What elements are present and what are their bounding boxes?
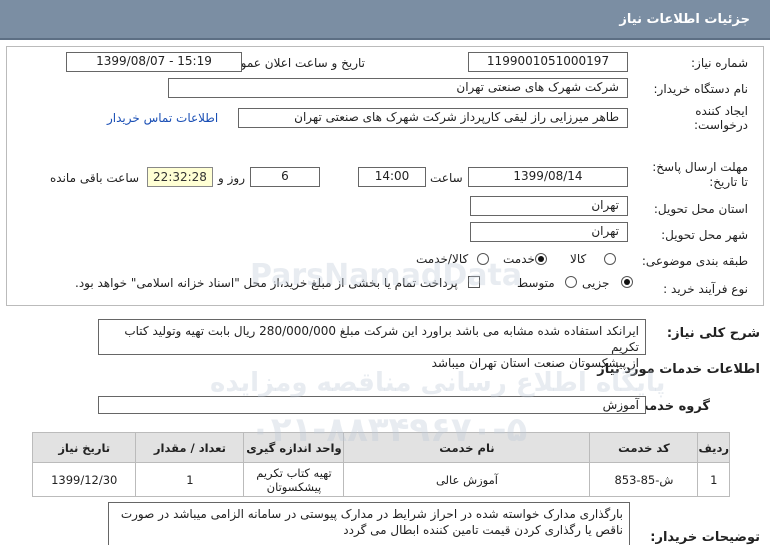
summary-label: شرح کلی نیاز: (666, 326, 760, 341)
announce-field[interactable]: 1399/08/07 - 15:19 (66, 52, 242, 72)
category-label: طبقه بندی موضوعی: (641, 254, 748, 268)
col-date: تاریخ نیاز (31, 432, 137, 463)
service-group-field[interactable]: آموزش (98, 396, 646, 414)
category-option-service: خدمت (503, 252, 535, 266)
col-unit: واحد اندازه گیری (243, 432, 345, 463)
cell-unit: تهیه کتاب تکریم پیشکسوتان (243, 462, 345, 497)
creator-field[interactable]: طاهر میرزایی راز لیقی کارپرداز شرکت شهرک… (238, 108, 628, 128)
services-table: ردیف کد خدمت نام خدمت واحد اندازه گیری ت… (31, 432, 730, 497)
buyer-notes-line-1: بارگذاری مدارک خواسته شده در احراز شرایط… (120, 507, 623, 521)
process-radio-medium[interactable] (565, 276, 577, 288)
deadline-label-2: تا تاریخ: (709, 175, 748, 189)
category-radio-goods[interactable] (604, 253, 616, 265)
category-radio-both[interactable] (477, 253, 489, 265)
treasury-payment-checkbox[interactable] (468, 276, 480, 288)
buyer-notes-label: توضیحات خریدار: (650, 530, 760, 545)
remaining-timer: 22:32:28 (147, 167, 213, 187)
col-name: نام خدمت (343, 432, 591, 463)
col-code: کد خدمت (589, 432, 699, 463)
deadline-label-1: مهلت ارسال پاسخ: (652, 160, 748, 174)
province-label: استان محل تحویل: (653, 202, 748, 216)
cell-unit-line-2: پیشکسوتان (266, 479, 322, 494)
deadline-time-field[interactable]: 14:00 (358, 167, 426, 187)
creator-label-2: درخواست: (694, 118, 748, 132)
buyer-notes-text: بارگذاری مدارک خواسته شده در احراز شرایط… (108, 502, 630, 545)
process-type-label: نوع فرآیند خرید : (663, 282, 748, 296)
category-radio-service[interactable] (535, 253, 547, 265)
summary-line-2: از پیشکسوتان صنعت استان تهران میباشد (431, 356, 639, 370)
col-qty: تعداد / مقدار (135, 432, 245, 463)
cell-date: 1399/12/30 (31, 462, 137, 497)
buyer-notes-line-2: ناقص یا رگذاری کردن قیمت تامین کننده ابط… (343, 523, 623, 537)
services-section-title: اطلاعات خدمات مورد نیاز (597, 362, 760, 377)
process-option-minor: جزیی (582, 276, 610, 290)
remaining-label: ساعت باقی مانده (50, 171, 140, 185)
page-header: جزئیات اطلاعات نیاز (0, 0, 770, 40)
buyer-org-label: نام دستگاه خریدار: (653, 82, 749, 96)
cell-code: ش-85-853 (589, 462, 699, 497)
cell-qty: 1 (135, 462, 245, 497)
summary-line-1: ایرانکد استفاده شده مشابه می باشد براورد… (124, 324, 639, 354)
need-number-field[interactable]: 1199001051000197 (468, 52, 628, 72)
summary-text: ایرانکد استفاده شده مشابه می باشد براورد… (98, 319, 646, 370)
table-header-row: ردیف کد خدمت نام خدمت واحد اندازه گیری ت… (31, 432, 730, 463)
buyer-contact-link[interactable]: اطلاعات تماس خریدار (107, 111, 218, 125)
province-field[interactable]: تهران (470, 196, 628, 216)
buyer-org-field[interactable]: شرکت شهرک های صنعتی تهران (168, 78, 628, 98)
treasury-payment-note: پرداخت تمام یا بخشی از مبلغ خرید،از محل … (75, 276, 458, 290)
page-title: جزئیات اطلاعات نیاز (619, 12, 750, 27)
category-option-both: کالا/خدمت (416, 252, 469, 266)
days-label: روز و (218, 171, 245, 185)
col-row: ردیف (697, 432, 730, 463)
need-number-label: شماره نیاز: (691, 56, 748, 70)
category-option-goods: کالا (570, 252, 587, 266)
city-field[interactable]: تهران (470, 222, 628, 242)
deadline-date-field[interactable]: 1399/08/14 (468, 167, 628, 187)
city-label: شهر محل تحویل: (661, 228, 748, 242)
cell-row: 1 (697, 462, 730, 497)
deadline-time-label: ساعت (430, 171, 463, 185)
cell-name: آموزش عالی (343, 462, 591, 497)
table-row[interactable]: 1 ش-85-853 آموزش عالی تهیه کتاب تکریم پی… (31, 462, 730, 497)
days-remaining-field[interactable]: 6 (250, 167, 320, 187)
creator-label-1: ایجاد کننده (695, 104, 748, 118)
process-radio-minor[interactable] (621, 276, 633, 288)
process-option-medium: متوسط (517, 276, 555, 290)
cell-unit-line-1: تهیه کتاب تکریم (256, 465, 332, 480)
